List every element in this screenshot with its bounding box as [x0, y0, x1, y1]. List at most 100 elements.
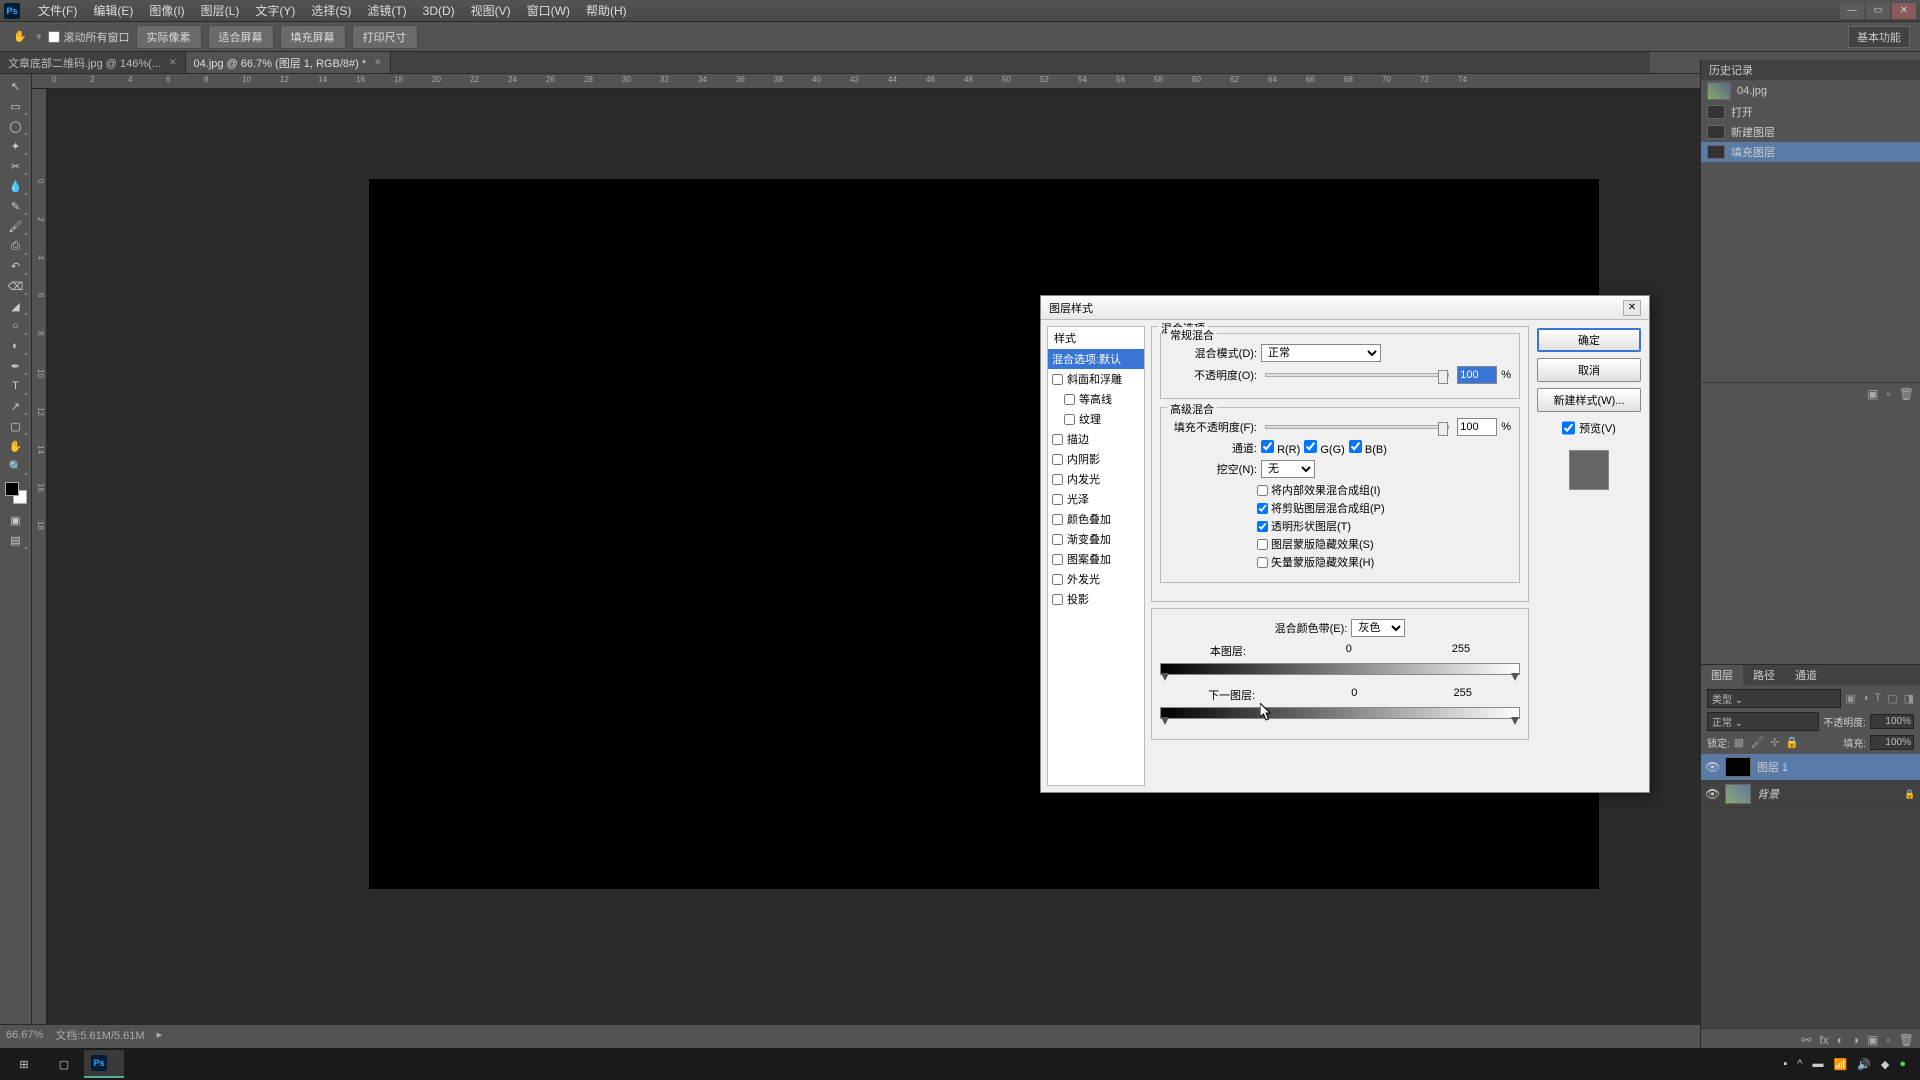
- fill-screen-button[interactable]: 填充屏幕: [280, 25, 346, 49]
- this-layer-slider[interactable]: [1160, 663, 1520, 675]
- style-item[interactable]: 投影: [1048, 589, 1144, 609]
- screenmode-icon[interactable]: ▤: [4, 530, 28, 550]
- blur-tool-icon[interactable]: ○: [4, 316, 28, 336]
- dialog-close-button[interactable]: ✕: [1623, 300, 1641, 316]
- channel-r-checkbox[interactable]: R(R): [1261, 440, 1300, 456]
- chevron-right-icon[interactable]: ▸: [157, 1028, 163, 1041]
- lock-pos-icon[interactable]: ✢: [1770, 736, 1779, 749]
- trash-icon[interactable]: 🗑: [1899, 387, 1914, 401]
- blend-if-select[interactable]: 灰色: [1351, 619, 1405, 637]
- history-item[interactable]: 新建图层: [1701, 122, 1920, 142]
- style-item[interactable]: 颜色叠加: [1048, 509, 1144, 529]
- style-item[interactable]: 光泽: [1048, 489, 1144, 509]
- mask-icon[interactable]: ◐: [1837, 1033, 1844, 1047]
- menu-select[interactable]: 选择(S): [303, 2, 359, 19]
- tray-icon[interactable]: ▪: [1783, 1058, 1787, 1070]
- filter-icon[interactable]: ◨: [1904, 692, 1914, 705]
- fit-screen-button[interactable]: 适合屏幕: [208, 25, 274, 49]
- move-tool-icon[interactable]: ↖: [4, 76, 28, 96]
- layer-row[interactable]: 👁图层 1: [1701, 754, 1920, 781]
- maximize-button[interactable]: ▭: [1866, 3, 1890, 19]
- tray-icon[interactable]: ●: [1899, 1058, 1906, 1070]
- dialog-titlebar[interactable]: 图层样式 ✕: [1041, 296, 1649, 320]
- lock-all-icon[interactable]: 🔒: [1785, 736, 1799, 749]
- eyedropper-tool-icon[interactable]: 💧: [4, 176, 28, 196]
- print-size-button[interactable]: 打印尺寸: [352, 25, 418, 49]
- color-swatches[interactable]: [5, 482, 27, 504]
- style-item[interactable]: 描边: [1048, 429, 1144, 449]
- style-item[interactable]: 渐变叠加: [1048, 529, 1144, 549]
- history-brush-icon[interactable]: ↶: [4, 256, 28, 276]
- volume-icon[interactable]: 🔊: [1857, 1058, 1871, 1071]
- style-item[interactable]: 图案叠加: [1048, 549, 1144, 569]
- doc-info[interactable]: 文档:5.61M/5.61M: [55, 1027, 144, 1043]
- layer-kind-select[interactable]: 类型 ⌄: [1707, 689, 1841, 708]
- trash-icon[interactable]: 🗑: [1899, 1033, 1914, 1047]
- blend-interior-checkbox[interactable]: [1257, 485, 1268, 496]
- filter-icon[interactable]: T: [1874, 692, 1881, 705]
- menu-view[interactable]: 视图(V): [463, 2, 519, 19]
- filter-icon[interactable]: ▣: [1845, 692, 1855, 705]
- channel-g-checkbox[interactable]: G(G): [1304, 440, 1345, 456]
- vector-mask-hides-checkbox[interactable]: [1257, 557, 1268, 568]
- lock-pixel-icon[interactable]: 🖌: [1750, 736, 1764, 749]
- menu-help[interactable]: 帮助(H): [578, 2, 635, 19]
- underlying-slider[interactable]: [1160, 707, 1520, 719]
- blend-clipped-checkbox[interactable]: [1257, 503, 1268, 514]
- healing-tool-icon[interactable]: ✎: [4, 196, 28, 216]
- scroll-all-checkbox[interactable]: 滚动所有窗口: [48, 29, 130, 45]
- style-item[interactable]: 混合选项:默认: [1048, 349, 1144, 369]
- workspace-selector[interactable]: 基本功能: [1848, 26, 1910, 48]
- lasso-tool-icon[interactable]: ◯: [4, 116, 28, 136]
- doc-tab-1[interactable]: 04.jpg @ 66.7% (图层 1, RGB/8#) *✕: [186, 52, 391, 73]
- close-icon[interactable]: ✕: [374, 57, 382, 68]
- hand-tool-icon[interactable]: ✋: [4, 436, 28, 456]
- menu-layer[interactable]: 图层(L): [193, 2, 248, 19]
- style-item[interactable]: 等高线: [1048, 389, 1144, 409]
- wand-tool-icon[interactable]: ✦: [4, 136, 28, 156]
- knockout-select[interactable]: 无: [1261, 460, 1315, 478]
- quickmask-icon[interactable]: ▣: [4, 510, 28, 530]
- camera-icon[interactable]: ▣: [1867, 387, 1878, 401]
- fill-input[interactable]: [1457, 418, 1497, 436]
- menu-file[interactable]: 文件(F): [30, 2, 85, 19]
- path-tool-icon[interactable]: ↗: [4, 396, 28, 416]
- menu-window[interactable]: 窗口(W): [519, 2, 578, 19]
- brush-tool-icon[interactable]: 🖌: [4, 216, 28, 236]
- crop-tool-icon[interactable]: ✂: [4, 156, 28, 176]
- style-item[interactable]: 斜面和浮雕: [1048, 369, 1144, 389]
- eye-icon[interactable]: 👁: [1705, 760, 1719, 774]
- tab-layers[interactable]: 图层: [1701, 665, 1743, 685]
- start-button[interactable]: ⊞: [4, 1050, 44, 1078]
- layer-mask-hides-checkbox[interactable]: [1257, 539, 1268, 550]
- opacity-input[interactable]: 100%: [1870, 714, 1914, 729]
- minimize-button[interactable]: —: [1840, 3, 1864, 19]
- history-document[interactable]: 04.jpg: [1701, 80, 1920, 102]
- opacity-input[interactable]: [1457, 366, 1497, 384]
- transparency-shapes-checkbox[interactable]: [1257, 521, 1268, 532]
- ok-button[interactable]: 确定: [1537, 328, 1641, 352]
- link-icon[interactable]: ⚯: [1801, 1033, 1811, 1047]
- history-item[interactable]: 填充图层: [1701, 142, 1920, 162]
- tab-channels[interactable]: 通道: [1785, 665, 1827, 685]
- tab-paths[interactable]: 路径: [1743, 665, 1785, 685]
- menu-edit[interactable]: 编辑(E): [85, 2, 141, 19]
- dodge-tool-icon[interactable]: ◐: [4, 336, 28, 356]
- menu-type[interactable]: 文字(Y): [247, 2, 303, 19]
- style-item[interactable]: 纹理: [1048, 409, 1144, 429]
- photoshop-taskbar-icon[interactable]: Ps: [84, 1050, 124, 1078]
- filter-icon[interactable]: ▢: [1887, 692, 1897, 705]
- marquee-tool-icon[interactable]: ▭: [4, 96, 28, 116]
- stamp-tool-icon[interactable]: ⎙: [4, 236, 28, 256]
- new-style-button[interactable]: 新建样式(W)...: [1537, 388, 1641, 412]
- menu-3d[interactable]: 3D(D): [415, 4, 463, 18]
- chevron-up-icon[interactable]: ^: [1797, 1058, 1802, 1070]
- fx-icon[interactable]: fx: [1819, 1033, 1828, 1047]
- taskview-button[interactable]: ▢: [44, 1050, 84, 1078]
- opacity-slider[interactable]: [1265, 373, 1449, 377]
- style-item[interactable]: 外发光: [1048, 569, 1144, 589]
- blend-mode-select[interactable]: 正常: [1261, 344, 1381, 362]
- channel-b-checkbox[interactable]: B(B): [1349, 440, 1387, 456]
- preview-checkbox[interactable]: 预览(V): [1537, 420, 1641, 436]
- wifi-icon[interactable]: 📶: [1833, 1058, 1847, 1071]
